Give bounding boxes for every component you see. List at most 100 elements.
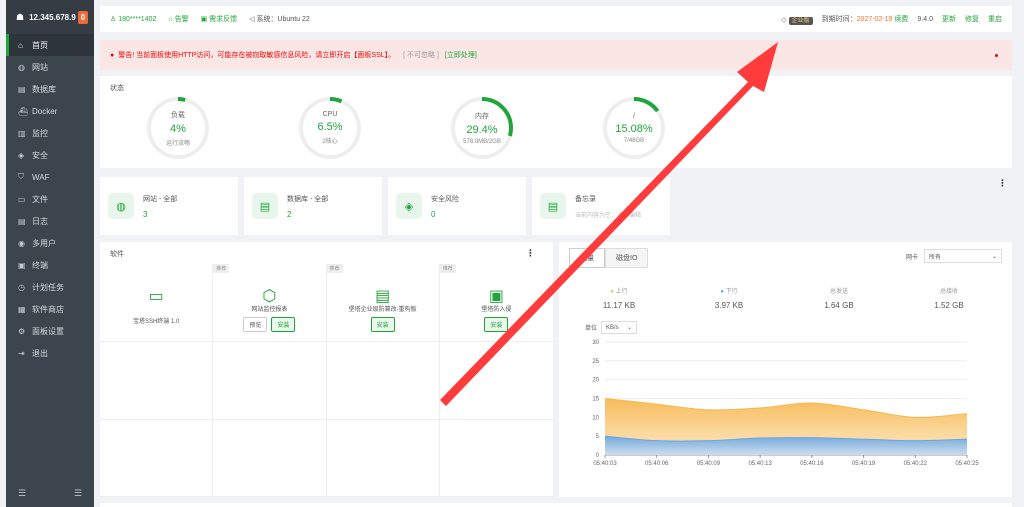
expand-menu-icon[interactable]: ☰ [74, 488, 82, 499]
repair-link[interactable]: 修复 [965, 14, 979, 24]
store-icon: ▦ [18, 304, 26, 314]
preview-button[interactable]: 预览 [243, 317, 268, 332]
user-account: 180****1402 [118, 16, 157, 23]
gauge-sub: 2核心 [322, 139, 338, 145]
stat-body: 安全风险 0 [431, 194, 459, 219]
sidebar-item-label: 网站 [32, 62, 48, 72]
software-cell [326, 342, 440, 420]
stat-value: 0 [431, 209, 436, 219]
stat-title: 网站 - 全部 [143, 195, 178, 203]
sidebar-item-label: 首页 [32, 40, 48, 50]
stat-value: 当前内容为空，点击编辑 [575, 212, 642, 219]
software-icon: ▤ [375, 288, 391, 305]
sidebar-item-13[interactable]: ⚙ 面板设置 [6, 320, 94, 342]
gauge-label: 负载 [171, 111, 185, 119]
x-tick-label: 05:40:22 [904, 461, 928, 467]
alert-handle-link[interactable]: [立即处理] [445, 50, 477, 60]
gauge-0[interactable]: 负载 4% 运行流畅 [146, 96, 210, 160]
sidebar-item-6[interactable]: ⛉ WAF [6, 166, 94, 188]
install-button[interactable]: 安装 [484, 317, 509, 332]
status-title: 状态 [110, 85, 124, 92]
stat-card-2[interactable]: ◈ 安全风险 0 [388, 177, 526, 235]
feedback-label: 需求反馈 [209, 16, 238, 23]
sidebar-item-2[interactable]: ▤ 数据库 [6, 78, 94, 100]
alert-ignore: [ 不可忽略 ] [403, 52, 439, 59]
sidebar-item-5[interactable]: ◈ 安全 [6, 144, 94, 166]
logout-icon: ⇥ [18, 348, 25, 358]
server-icon: ☗ [16, 11, 25, 22]
stat-card-1[interactable]: ▤ 数据库 - 全部 2 [244, 177, 382, 235]
install-button[interactable]: 安装 [271, 317, 296, 332]
stat-body: 数据库 - 全部 2 [287, 194, 328, 219]
sidebar-item-1[interactable]: ◍ 网站 [6, 56, 94, 78]
y-tick-label: 0 [596, 453, 600, 459]
restart-link[interactable]: 重启 [988, 14, 1002, 24]
collapse-menu-icon[interactable]: ☰ [18, 488, 26, 499]
expire-label: 到期时间： [821, 16, 857, 23]
sidebar-item-label: 文件 [32, 194, 48, 204]
docker-icon: ⛴ [18, 106, 29, 116]
gauge-label: / [633, 112, 635, 120]
feedback-link[interactable]: ▣ 需求反馈 [201, 14, 238, 24]
gauge-value: 6.5% [317, 121, 343, 133]
folder-icon: ▭ [18, 194, 26, 204]
sidebar-item-0[interactable]: ⌂ 首页 [6, 34, 94, 56]
log-icon: ▤ [18, 216, 26, 226]
sidebar-item-12[interactable]: ▦ 软件商店 [6, 298, 94, 320]
x-tick-label: 05:40:13 [748, 461, 772, 467]
system-label: 系统：Ubuntu 22 [256, 16, 310, 23]
system-info: ◁ 系统：Ubuntu 22 [249, 16, 310, 23]
sidebar-item-4[interactable]: ▥ 监控 [6, 122, 94, 144]
x-tick-label: 05:40:16 [800, 461, 824, 467]
stat-body: 备忘录 当前内容为空，点击编辑 [575, 194, 641, 219]
software-name[interactable]: 网站监控报表 [213, 304, 325, 313]
install-button[interactable]: 安装 [370, 317, 395, 332]
notification-badge[interactable]: 0 [78, 10, 88, 24]
globe-icon: ◍ [108, 193, 134, 219]
software-more-icon[interactable]: ⋮ [526, 248, 535, 259]
user-link[interactable]: ♙ 180****1402 [110, 15, 156, 23]
memo-icon: ▤ [540, 193, 566, 219]
sidebar-item-14[interactable]: ⇥ 退出 [6, 342, 94, 364]
sidebar-item-label: 多用户 [32, 238, 56, 248]
gauge-value: 4% [170, 122, 186, 135]
software-cell [439, 342, 553, 420]
gauge-label: 内存 [475, 113, 489, 120]
stat-card-0[interactable]: ◍ 网站 - 全部 3 [100, 177, 238, 235]
stat-card-3[interactable]: ▤ 备忘录 当前内容为空，点击编辑 [532, 177, 670, 235]
sidebar-footer: ☰ ☰ [6, 488, 94, 499]
sidebar-item-10[interactable]: ▣ 终端 [6, 254, 94, 276]
gauge-label: CPU [322, 111, 338, 118]
server-ip: 12.345.678.9 [29, 12, 76, 22]
sidebar-item-3[interactable]: ⛴ Docker [6, 100, 94, 122]
alarm-link[interactable]: ⌂ 告警 [168, 14, 188, 24]
software-icon: ▭ [148, 288, 164, 305]
sidebar-item-label: 安全 [32, 150, 48, 160]
software-name[interactable]: 宝塔SSH终端 1.0 [100, 316, 212, 325]
shield-icon: ◈ [18, 150, 25, 160]
software-name[interactable]: 堡塔企业级防篡改-重构版 [327, 304, 439, 313]
stats-more-icon[interactable]: ⋮ [998, 178, 1007, 189]
terminal-icon: ▣ [18, 260, 26, 270]
sidebar-item-11[interactable]: ◷ 计划任务 [6, 276, 94, 298]
stat-title: 数据库 - 全部 [287, 195, 329, 203]
stat-title: 安全风险 [431, 195, 459, 203]
sidebar-item-label: 监控 [32, 128, 48, 138]
gauge-2[interactable]: 内存 29.4% 578.0MB/2GB [450, 96, 514, 160]
warning-icon: ● [110, 51, 115, 59]
sidebar-item-label: 数据库 [32, 84, 56, 94]
software-name[interactable]: 堡塔防入侵 [440, 304, 553, 313]
renew-link[interactable]: 续费 [894, 16, 908, 23]
update-link[interactable]: 更新 [942, 14, 956, 24]
gauge-1[interactable]: CPU 6.5% 2核心 [298, 96, 362, 160]
software-cell [439, 420, 553, 497]
sidebar-item-7[interactable]: ▭ 文件 [6, 188, 94, 210]
gauge-text: 内存 29.4% 578.0MB/2GB [450, 96, 514, 160]
y-tick-label: 5 [596, 434, 600, 440]
sidebar-item-label: WAF [32, 172, 50, 182]
gauge-value: 15.08% [615, 122, 653, 135]
sidebar-item-9[interactable]: ◉ 多用户 [6, 232, 94, 254]
sidebar-item-8[interactable]: ▤ 日志 [6, 210, 94, 232]
gauge-3[interactable]: / 15.08% 7/48GB [602, 96, 666, 160]
status-card: 状态 负载 4% 运行流畅 CPU 6.5% 2核心 内存 29.4% 578.0MB/2GB /… [100, 76, 1012, 168]
